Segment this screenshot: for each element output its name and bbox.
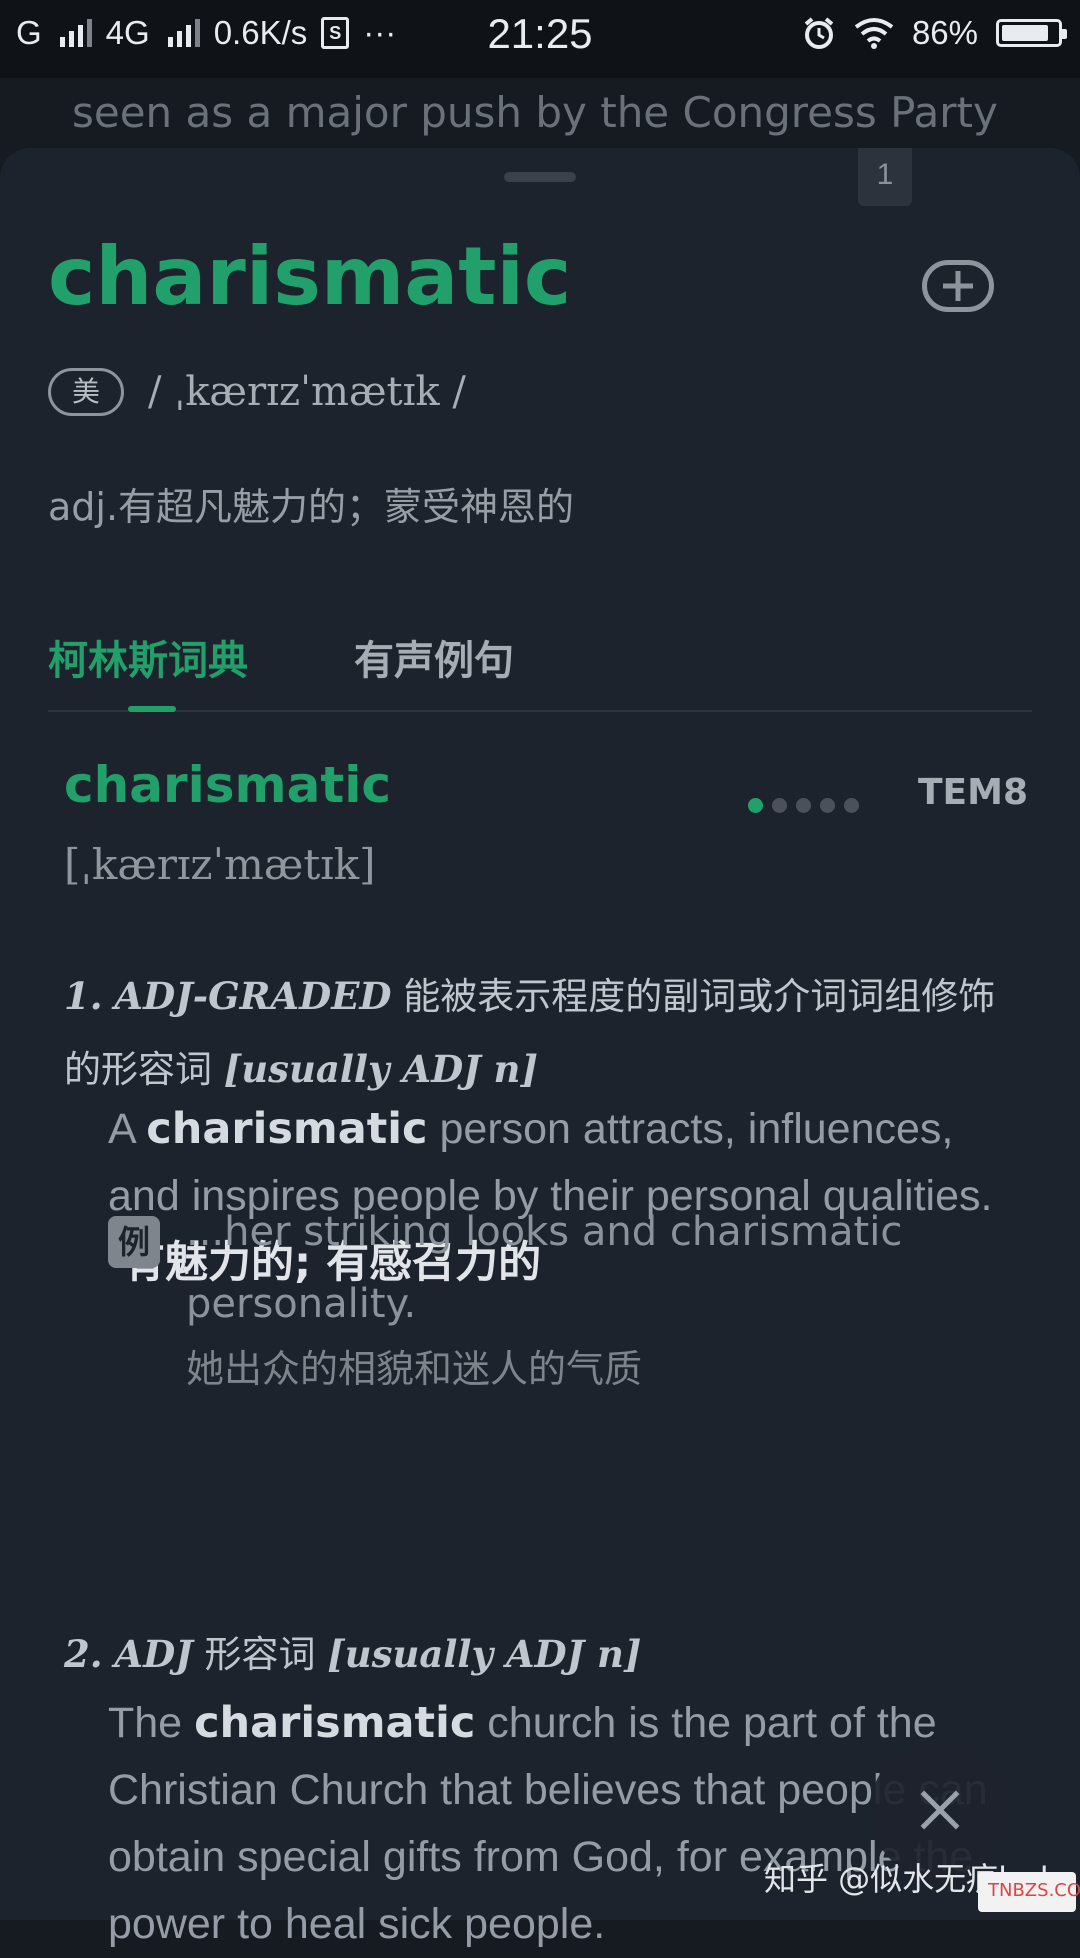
collins-phonetic: [ˌkærɪzˈmætɪk] [64, 840, 376, 889]
frequency-rating [748, 798, 859, 813]
def-headword: charismatic [194, 1698, 476, 1748]
sense-number: 1. [64, 974, 103, 1018]
def-headword: charismatic [146, 1104, 428, 1154]
alarm-icon [804, 17, 834, 49]
battery-fill [1002, 25, 1048, 41]
tab-bar: 柯林斯词典 有声例句 [48, 628, 1032, 712]
status-right: 86% [802, 14, 1067, 52]
brief-definition: adj.有超凡魅力的；蒙受神恩的 [48, 485, 575, 529]
def-pre: A [108, 1105, 135, 1153]
tab-collins[interactable]: 柯林斯词典 [48, 628, 248, 686]
active-tab-indicator [128, 706, 176, 712]
add-to-wordbook-button[interactable] [922, 260, 994, 312]
example-icon: 例 [108, 1216, 160, 1268]
pronunciation-row: 美 / ˌkærɪzˈmætɪk / [48, 368, 466, 416]
battery-icon [996, 19, 1067, 47]
site-logo-text: TNBZS.COM [988, 1880, 1080, 1901]
sense-number: 2. [64, 1632, 103, 1676]
level-badge: TEM8 [918, 772, 1029, 813]
def-pre: The [108, 1699, 183, 1747]
sense-2-header: 2. ADJ 形容词 [usually ADJ n] [64, 1618, 1024, 1691]
rating-dot [844, 798, 859, 813]
sense-usage: [usually ADJ n] [223, 1047, 538, 1091]
sense-1-header: 1. ADJ-GRADED 能被表示程度的副词或介词词组修饰的形容词 [usua… [64, 960, 1024, 1106]
example-english[interactable]: ...her striking looks and charismatic pe… [186, 1196, 1006, 1340]
drag-handle[interactable] [504, 172, 576, 182]
rating-dot [820, 798, 835, 813]
sense-grammar-cn: 形容词 [204, 1633, 316, 1676]
tab-audio-examples[interactable]: 有声例句 [354, 628, 514, 686]
phonetic: / ˌkærɪzˈmætɪk / [148, 369, 466, 415]
rating-dot [796, 798, 811, 813]
example-chinese: 她出众的相貌和迷人的气质 [186, 1347, 643, 1391]
rating-dot [748, 798, 763, 813]
us-pronunciation-button[interactable]: 美 [48, 368, 124, 416]
site-logo: TNBZS.COM [978, 1872, 1080, 1912]
headword: charismatic [48, 230, 572, 323]
tab-count-badge[interactable]: 1 [858, 148, 912, 206]
wifi-icon [854, 18, 894, 49]
sense-grammar: ADJ-GRADED [114, 974, 392, 1018]
collins-word: charismatic [64, 756, 392, 814]
status-bar: G 4G 0.6K/s S ··· 21:25 86% [0, 0, 1080, 78]
sense-usage: [usually ADJ n] [327, 1632, 642, 1676]
battery-percent: 86% [911, 14, 978, 51]
background-article-text: seen as a major push by the Congress Par… [72, 88, 998, 137]
sense-grammar: ADJ [114, 1632, 193, 1676]
rating-dot [772, 798, 787, 813]
